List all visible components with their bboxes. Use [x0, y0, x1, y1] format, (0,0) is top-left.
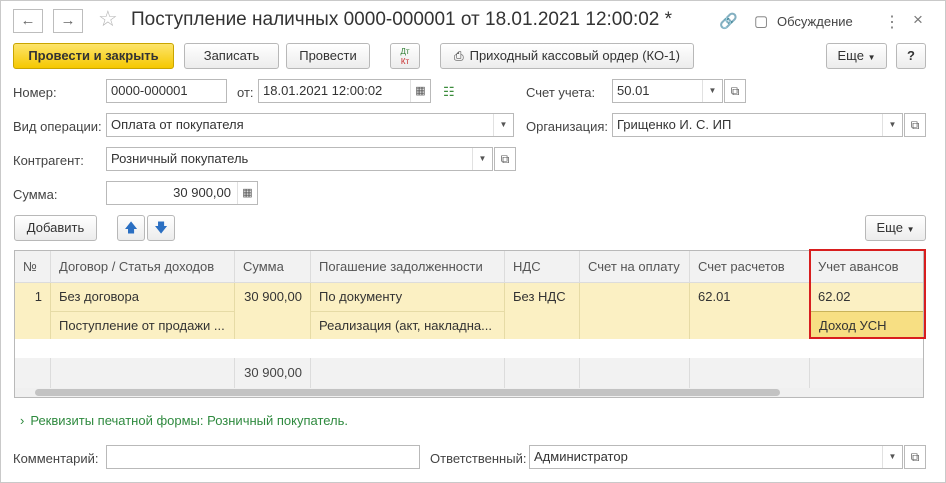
chevron-down-icon[interactable]: ▼: [472, 148, 492, 170]
print-details-link[interactable]: › Реквизиты печатной формы: Розничный пок…: [20, 413, 348, 428]
total-cell: [51, 358, 235, 388]
column-header-vat[interactable]: НДС: [505, 251, 580, 283]
table-cell-settlement-account[interactable]: 62.01: [690, 283, 810, 311]
number-field[interactable]: 0000-000001: [106, 79, 227, 103]
chevron-down-icon[interactable]: ▼: [882, 446, 902, 468]
calendar-icon[interactable]: ▦: [410, 80, 430, 102]
responsible-label: Ответственный:: [430, 451, 527, 466]
page-title: Поступление наличных 0000-000001 от 18.0…: [131, 9, 673, 30]
discussion-button[interactable]: Обсуждение: [777, 14, 853, 29]
chat-icon[interactable]: ▢: [754, 12, 768, 30]
close-icon[interactable]: ×: [913, 10, 923, 30]
arrow-left-icon: ←: [20, 12, 36, 29]
total-cell: [690, 358, 810, 388]
post-button[interactable]: Провести: [286, 43, 370, 69]
more-button[interactable]: Еще ▼: [826, 43, 887, 69]
sum-label: Сумма:: [13, 187, 58, 202]
column-header-num[interactable]: №: [15, 251, 51, 283]
dt-kt-button[interactable]: Дт Кт: [390, 43, 420, 69]
total-cell: [311, 358, 505, 388]
chevron-down-icon: ▼: [867, 53, 876, 62]
kt-label: Кт: [400, 57, 410, 66]
move-up-button[interactable]: 🡅: [117, 215, 145, 241]
counterparty-label: Контрагент:: [13, 153, 84, 168]
account-field[interactable]: 50.01 ▼: [612, 79, 723, 103]
chevron-down-icon[interactable]: ▼: [493, 114, 513, 136]
document-window: [0, 0, 946, 483]
dt-label: Дт: [400, 47, 410, 56]
table-cell-num[interactable]: 1: [15, 283, 51, 311]
organization-field[interactable]: Грищенко И. С. ИП ▼: [612, 113, 903, 137]
open-form-icon[interactable]: ⧉: [904, 445, 926, 469]
highlight-frame: [809, 249, 926, 339]
arrow-down-icon: 🡇: [154, 220, 168, 235]
date-field[interactable]: 18.01.2021 12:00:02 ▦: [258, 79, 431, 103]
responsible-field[interactable]: Администратор ▼: [529, 445, 903, 469]
status-check-icon: ☷: [443, 84, 455, 99]
organization-label: Организация:: [526, 119, 609, 134]
comment-field[interactable]: [106, 445, 420, 469]
chevron-down-icon: ▼: [906, 225, 915, 234]
payments-table: № Договор / Статья доходов Сумма Погашен…: [14, 250, 924, 398]
sum-field[interactable]: 30 900,00 ▦: [106, 181, 258, 205]
post-and-close-button[interactable]: Провести и закрыть: [13, 43, 174, 69]
chevron-down-icon[interactable]: ▼: [702, 80, 722, 102]
table-cell-vat[interactable]: Без НДС: [505, 283, 580, 311]
print-cash-order-button[interactable]: ⎙ Приходный кассовый ордер (КО-1): [440, 43, 694, 69]
table-more-button[interactable]: Еще ▼: [865, 215, 926, 241]
open-form-icon[interactable]: ⧉: [494, 147, 516, 171]
save-button[interactable]: Записать: [184, 43, 279, 69]
comment-label: Комментарий:: [13, 451, 99, 466]
chevron-right-icon: ›: [20, 413, 25, 428]
column-header-sum[interactable]: Сумма: [235, 251, 311, 283]
table-cell-empty: [235, 311, 311, 339]
scrollbar-thumb[interactable]: [35, 389, 780, 396]
arrow-up-icon: 🡅: [124, 220, 138, 235]
column-header-contract[interactable]: Договор / Статья доходов: [51, 251, 235, 283]
help-button[interactable]: ?: [896, 43, 926, 69]
table-cell-income-item[interactable]: Поступление от продажи ...: [51, 311, 235, 339]
table-cell-repayment-document[interactable]: Реализация (акт, накладна...: [311, 311, 505, 339]
table-cell-empty: [690, 311, 810, 339]
horizontal-scrollbar[interactable]: [15, 388, 923, 397]
back-button[interactable]: ←: [13, 9, 43, 33]
number-label: Номер:: [13, 85, 57, 100]
printer-icon: ⎙: [453, 49, 464, 63]
total-sum: 30 900,00: [235, 358, 311, 388]
total-cell: [15, 358, 51, 388]
chevron-down-icon[interactable]: ▼: [882, 114, 902, 136]
table-cell-sum[interactable]: 30 900,00: [235, 283, 311, 311]
operation-label: Вид операции:: [13, 119, 102, 134]
table-cell-invoice[interactable]: [580, 283, 690, 311]
column-header-settlement-account[interactable]: Счет расчетов: [690, 251, 810, 283]
counterparty-field[interactable]: Розничный покупатель ▼: [106, 147, 493, 171]
table-cell-repayment[interactable]: По документу: [311, 283, 505, 311]
operation-field[interactable]: Оплата от покупателя ▼: [106, 113, 514, 137]
table-cell-empty: [15, 311, 51, 339]
forward-button[interactable]: →: [53, 9, 83, 33]
link-icon[interactable]: 🔗: [719, 12, 738, 30]
total-cell: [580, 358, 690, 388]
arrow-right-icon: →: [60, 12, 76, 29]
table-cell-contract[interactable]: Без договора: [51, 283, 235, 311]
move-down-button[interactable]: 🡇: [147, 215, 175, 241]
table-cell-empty: [505, 311, 580, 339]
total-cell: [810, 358, 923, 388]
open-form-icon[interactable]: ⧉: [724, 79, 746, 103]
calculator-icon[interactable]: ▦: [237, 182, 257, 204]
column-header-repayment[interactable]: Погашение задолженности: [311, 251, 505, 283]
star-icon[interactable]: ☆: [98, 6, 118, 32]
column-header-invoice[interactable]: Счет на оплату: [580, 251, 690, 283]
date-label: от:: [237, 85, 254, 100]
more-vertical-icon[interactable]: ⋮: [884, 12, 900, 32]
total-cell: [505, 358, 580, 388]
table-cell-empty: [580, 311, 690, 339]
open-form-icon[interactable]: ⧉: [904, 113, 926, 137]
add-row-button[interactable]: Добавить: [14, 215, 97, 241]
account-label: Счет учета:: [526, 85, 596, 100]
